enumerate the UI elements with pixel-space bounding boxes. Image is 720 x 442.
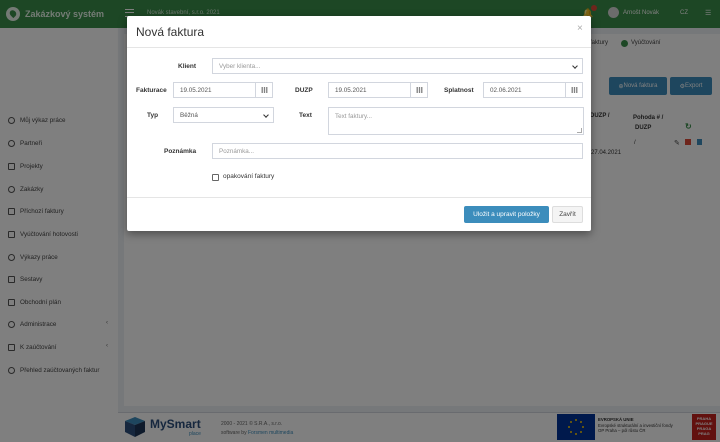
modal-title: Nová faktura bbox=[136, 25, 205, 39]
client-select[interactable]: Vyber klienta... bbox=[212, 58, 583, 74]
text-label: Text bbox=[299, 112, 312, 119]
type-label: Typ bbox=[147, 112, 159, 119]
calendar-icon bbox=[570, 87, 578, 93]
duzp-calendar-button[interactable] bbox=[410, 82, 428, 98]
note-label: Poznámka bbox=[164, 148, 197, 155]
resize-handle-icon[interactable] bbox=[577, 128, 582, 133]
due-date-input[interactable]: 02.06.2021 bbox=[483, 82, 566, 98]
calendar-icon bbox=[260, 87, 268, 93]
repeat-invoice-label[interactable]: opakování faktury bbox=[223, 173, 274, 180]
client-label: Klient bbox=[178, 63, 197, 70]
close-icon[interactable]: × bbox=[577, 23, 583, 34]
duzp-label: DUZP bbox=[295, 87, 313, 94]
invoicing-date-label: Fakturace bbox=[136, 87, 167, 94]
repeat-invoice-checkbox[interactable] bbox=[212, 174, 219, 181]
new-invoice-dialog: Nová faktura × Klient Vyber klienta... F… bbox=[127, 16, 591, 231]
invoice-text-placeholder: Text faktury... bbox=[335, 113, 372, 120]
type-select[interactable]: Běžná bbox=[173, 107, 274, 123]
invoicing-date-input[interactable]: 19.05.2021 bbox=[173, 82, 256, 98]
modal-header: Nová faktura × bbox=[127, 16, 591, 48]
due-date-label: Splatnost bbox=[444, 87, 474, 94]
close-button[interactable]: Zavřít bbox=[552, 206, 583, 223]
note-input[interactable]: Poznámka... bbox=[212, 143, 583, 159]
client-select-placeholder: Vyber klienta... bbox=[219, 62, 261, 70]
save-and-edit-items-button[interactable]: Uložit a upravit položky bbox=[464, 206, 549, 223]
type-select-value: Běžná bbox=[180, 111, 198, 119]
calendar-icon bbox=[415, 87, 423, 93]
chevron-down-icon bbox=[263, 112, 269, 118]
due-date-calendar-button[interactable] bbox=[565, 82, 583, 98]
invoice-text-textarea[interactable]: Text faktury... bbox=[328, 107, 584, 135]
chevron-down-icon bbox=[572, 63, 578, 69]
duzp-input[interactable]: 19.05.2021 bbox=[328, 82, 411, 98]
invoicing-date-calendar-button[interactable] bbox=[255, 82, 273, 98]
